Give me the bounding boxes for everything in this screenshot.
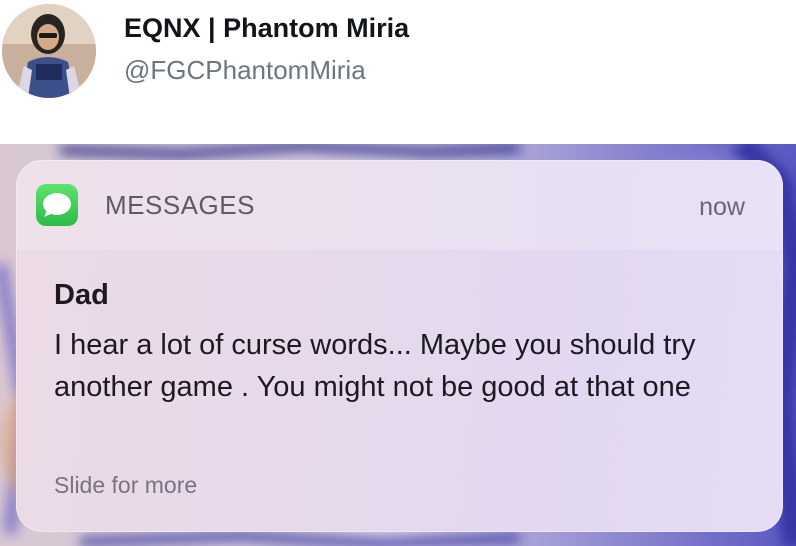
speech-bubble-icon (43, 193, 71, 217)
notification-app-name: MESSAGES (105, 190, 255, 220)
notification-sender: Dad (54, 279, 109, 311)
messages-app-icon (36, 184, 78, 226)
slide-for-more-hint[interactable]: Slide for more (54, 472, 197, 499)
notification-time: now (699, 193, 745, 221)
message-notification[interactable]: MESSAGES now Dad I hear a lot of curse w… (16, 160, 783, 532)
notification-message: I hear a lot of curse words... Maybe you… (54, 329, 696, 403)
user-handle[interactable]: @FGCPhantomMiria (124, 55, 366, 86)
display-name[interactable]: EQNX | Phantom Miria (124, 13, 409, 44)
profile-avatar[interactable] (2, 4, 96, 98)
avatar-photo (2, 4, 96, 98)
